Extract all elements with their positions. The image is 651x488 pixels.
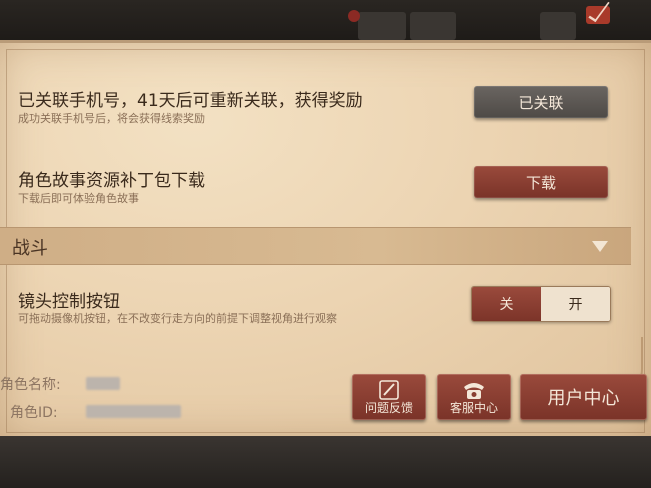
download-button[interactable]: 下载 — [474, 166, 608, 198]
user-center-label: 用户中心 — [547, 388, 620, 409]
phone-linked-button-label: 已关联 — [518, 93, 564, 112]
telephone-icon — [464, 383, 484, 399]
role-name-value — [86, 377, 120, 390]
user-center-button[interactable]: 用户中心 — [520, 374, 647, 420]
scene-light — [348, 10, 360, 22]
camera-control-toggle[interactable]: 关 开 — [471, 286, 611, 322]
section-title: 战斗 — [12, 238, 48, 259]
collapse-triangle-icon[interactable] — [592, 241, 608, 252]
pencil-icon — [379, 380, 399, 400]
background-scene-bottom — [0, 436, 651, 488]
scene-decoration — [358, 12, 406, 40]
toggle-off-label: 关 — [499, 297, 514, 313]
patch-subtitle: 下载后即可体验角色故事 — [18, 192, 139, 205]
scene-decoration — [410, 12, 456, 40]
customer-service-button[interactable]: 客服中心 — [437, 374, 511, 420]
toggle-on-option[interactable]: 开 — [541, 287, 610, 321]
patch-title: 角色故事资源补丁包下载 — [18, 171, 205, 191]
role-id-value — [86, 405, 181, 418]
feedback-label: 问题反馈 — [364, 401, 413, 415]
phone-link-title: 已关联手机号，41天后可重新关联，获得奖励 — [18, 91, 363, 111]
feedback-button[interactable]: 问题反馈 — [352, 374, 426, 420]
scene-decoration — [540, 12, 576, 40]
phone-linked-button[interactable]: 已关联 — [474, 86, 608, 118]
phone-link-subtitle: 成功关联手机号后，将会获得线索奖励 — [18, 112, 205, 125]
mail-icon[interactable] — [586, 6, 610, 24]
role-id-label: 角色ID: — [10, 405, 58, 421]
toggle-off-option[interactable]: 关 — [472, 287, 541, 321]
role-name-label: 角色名称: — [0, 377, 61, 393]
background-scene — [0, 0, 651, 40]
camera-control-subtitle: 可拖动摄像机按钮，在不改变行走方向的前提下调整视角进行观察 — [18, 312, 337, 325]
service-label: 客服中心 — [449, 401, 498, 415]
camera-control-title: 镜头控制按钮 — [18, 292, 120, 312]
download-button-label: 下载 — [525, 173, 556, 192]
combat-section-header[interactable]: 战斗 — [0, 227, 631, 265]
toggle-on-label: 开 — [568, 297, 583, 313]
